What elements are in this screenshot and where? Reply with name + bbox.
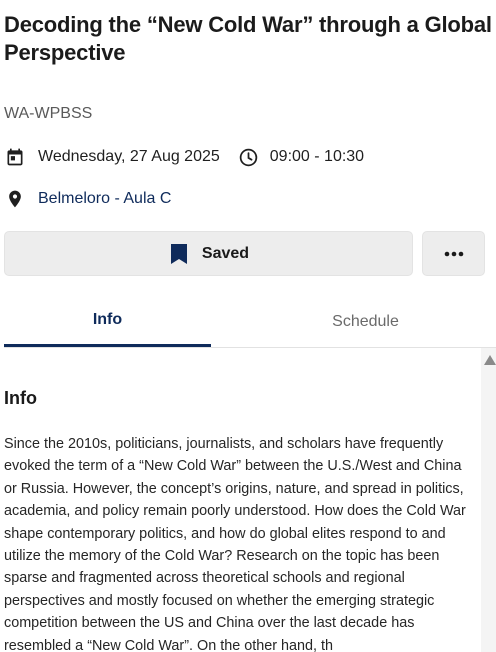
event-location-link[interactable]: Belmeloro - Aula C [38, 190, 171, 208]
tab-info[interactable]: Info [4, 296, 211, 347]
info-section-heading: Info [4, 388, 37, 408]
event-description: Since the 2010s, politicians, journalist… [4, 436, 466, 652]
event-datetime-row: Wednesday, 27 Aug 2025 09:00 - 10:30 [4, 145, 364, 169]
more-horizontal-icon [443, 243, 465, 265]
calendar-icon [4, 146, 26, 168]
tab-bar: Info Schedule [4, 296, 496, 348]
location-pin-icon [4, 188, 26, 210]
tab-schedule[interactable]: Schedule [262, 296, 469, 347]
content-scrollbar[interactable] [481, 348, 496, 652]
event-title: Decoding the “New Cold War” through a Gl… [4, 12, 492, 65]
clock-icon [238, 146, 260, 168]
bookmark-icon [168, 243, 190, 265]
saved-button-label: Saved [201, 244, 250, 262]
saved-button[interactable]: Saved [4, 231, 413, 276]
event-location-row: Belmeloro - Aula C [4, 187, 171, 211]
event-date: Wednesday, 27 Aug 2025 [38, 148, 220, 165]
event-time: 09:00 - 10:30 [269, 148, 365, 165]
scroll-up-arrow-icon[interactable] [484, 355, 496, 365]
event-code: WA-WPBSS [4, 105, 93, 122]
more-options-button[interactable] [422, 231, 485, 276]
